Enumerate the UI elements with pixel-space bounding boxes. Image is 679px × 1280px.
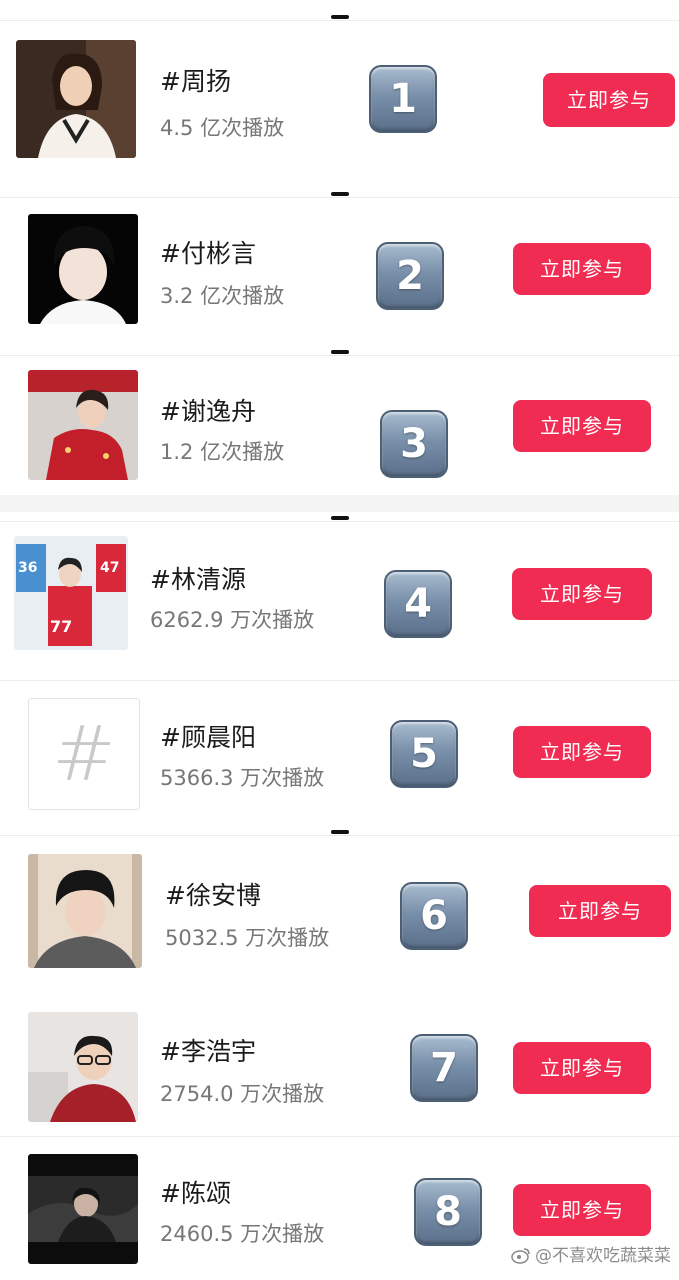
separator-handle [330,516,349,520]
watermark: @不喜欢吃蔬菜菜 [511,1241,671,1266]
rank-badge: 7 [410,1034,478,1102]
join-button[interactable]: 立即参与 [513,1042,651,1094]
list-item[interactable]: #李浩宇 2754.0 万次播放 7 立即参与 [0,988,679,1136]
play-count: 5032.5 万次播放 [165,926,330,950]
play-count: 2754.0 万次播放 [160,1082,325,1106]
topic-title[interactable]: #顾晨阳 [160,718,256,754]
rank-badge: 4 [384,570,452,638]
rank-badge: 1 [369,65,437,133]
svg-text:47: 47 [100,560,119,576]
list-item[interactable]: #徐安博 5032.5 万次播放 6 立即参与 [0,830,679,988]
rank-badge: 8 [414,1178,482,1246]
ranking-screenshot: #周扬 4.5 亿次播放 1 立即参与 #付彬言 3.2 亿次播放 2 立即参与 [0,0,679,1280]
list-item[interactable]: #谢逸舟 1.2 亿次播放 3 立即参与 [0,350,679,495]
topic-title[interactable]: #周扬 [160,62,231,98]
join-button[interactable]: 立即参与 [513,726,651,778]
hashtag-icon: # [52,709,116,798]
topic-title[interactable]: #李浩宇 [160,1032,256,1068]
placeholder-thumbnail: # [28,698,140,810]
avatar [28,854,142,968]
separator-handle [330,15,349,19]
play-count: 6262.9 万次播放 [150,608,315,632]
play-count: 1.2 亿次播放 [160,440,285,464]
list-item[interactable]: 77 36 47 #林清源 6262.9 万次播放 4 立即参与 [0,512,679,678]
rank-badge: 2 [376,242,444,310]
topic-title[interactable]: #徐安博 [165,876,261,912]
rank-badge: 6 [400,882,468,950]
avatar [16,40,136,158]
list-item[interactable]: #周扬 4.5 亿次播放 1 立即参与 [0,0,679,192]
join-button[interactable]: 立即参与 [513,1184,651,1236]
join-button[interactable]: 立即参与 [512,568,652,620]
separator-handle [330,192,349,196]
play-count: 3.2 亿次播放 [160,284,285,308]
join-button[interactable]: 立即参与 [513,243,651,295]
avatar [28,370,138,480]
play-count: 2460.5 万次播放 [160,1222,325,1246]
play-count: 4.5 亿次播放 [160,116,285,140]
avatar [28,1154,138,1264]
separator-handle [330,350,349,354]
topic-title[interactable]: #林清源 [150,560,246,596]
avatar [28,1012,138,1122]
join-button[interactable]: 立即参与 [513,400,651,452]
watermark-text: @不喜欢吃蔬菜菜 [535,1246,671,1266]
svg-text:77: 77 [50,617,72,636]
join-button[interactable]: 立即参与 [529,885,671,937]
topic-title[interactable]: #付彬言 [160,234,256,270]
topic-title[interactable]: #陈颂 [160,1174,231,1210]
weibo-icon [511,1246,531,1264]
svg-text:36: 36 [18,560,37,576]
list-item[interactable]: #付彬言 3.2 亿次播放 2 立即参与 [0,192,679,350]
avatar [28,214,138,324]
avatar: 77 36 47 [14,536,128,650]
play-count: 5366.3 万次播放 [160,766,325,790]
rank-badge: 5 [390,720,458,788]
topic-title[interactable]: #谢逸舟 [160,392,256,428]
join-button[interactable]: 立即参与 [543,73,675,127]
list-item[interactable]: # #顾晨阳 5366.3 万次播放 5 立即参与 [0,678,679,830]
rank-badge: 3 [380,410,448,478]
separator-handle [330,830,349,834]
